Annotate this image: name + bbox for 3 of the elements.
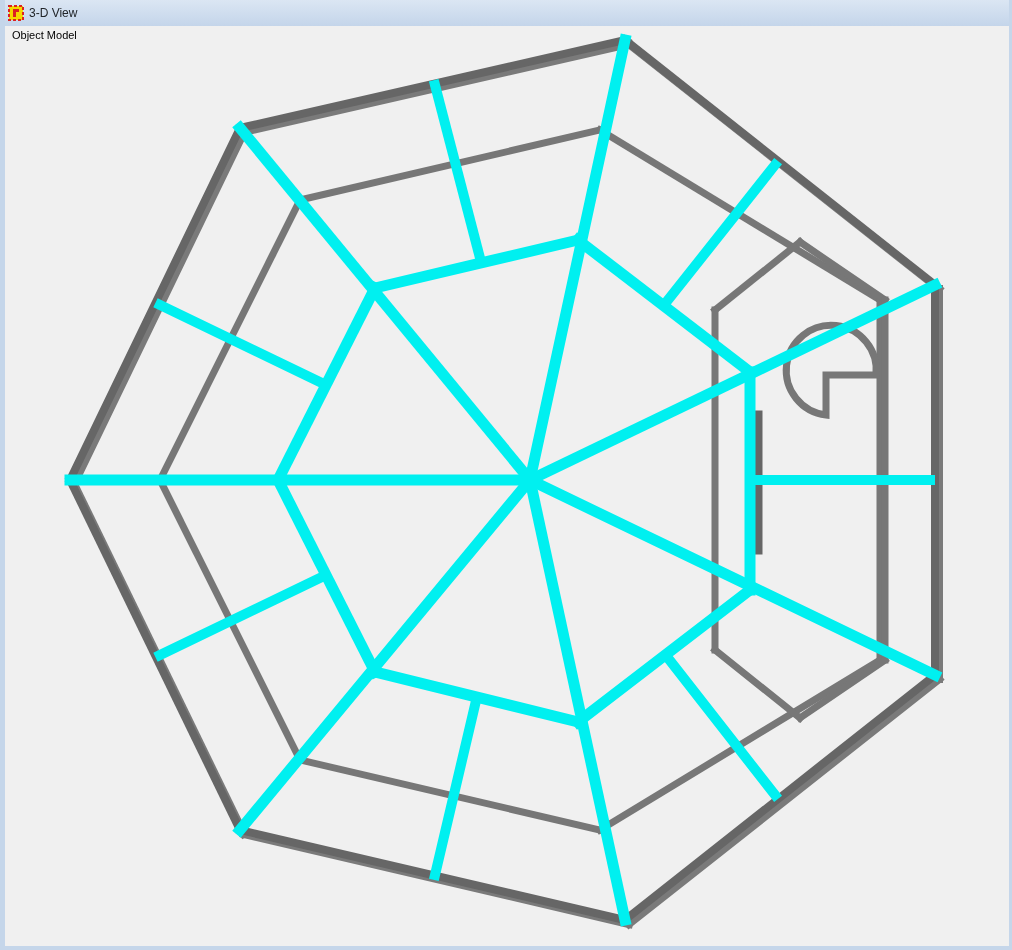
view-label: Object Model [12,28,77,43]
window-title: 3-D View [29,5,78,22]
app-icon [8,5,24,21]
